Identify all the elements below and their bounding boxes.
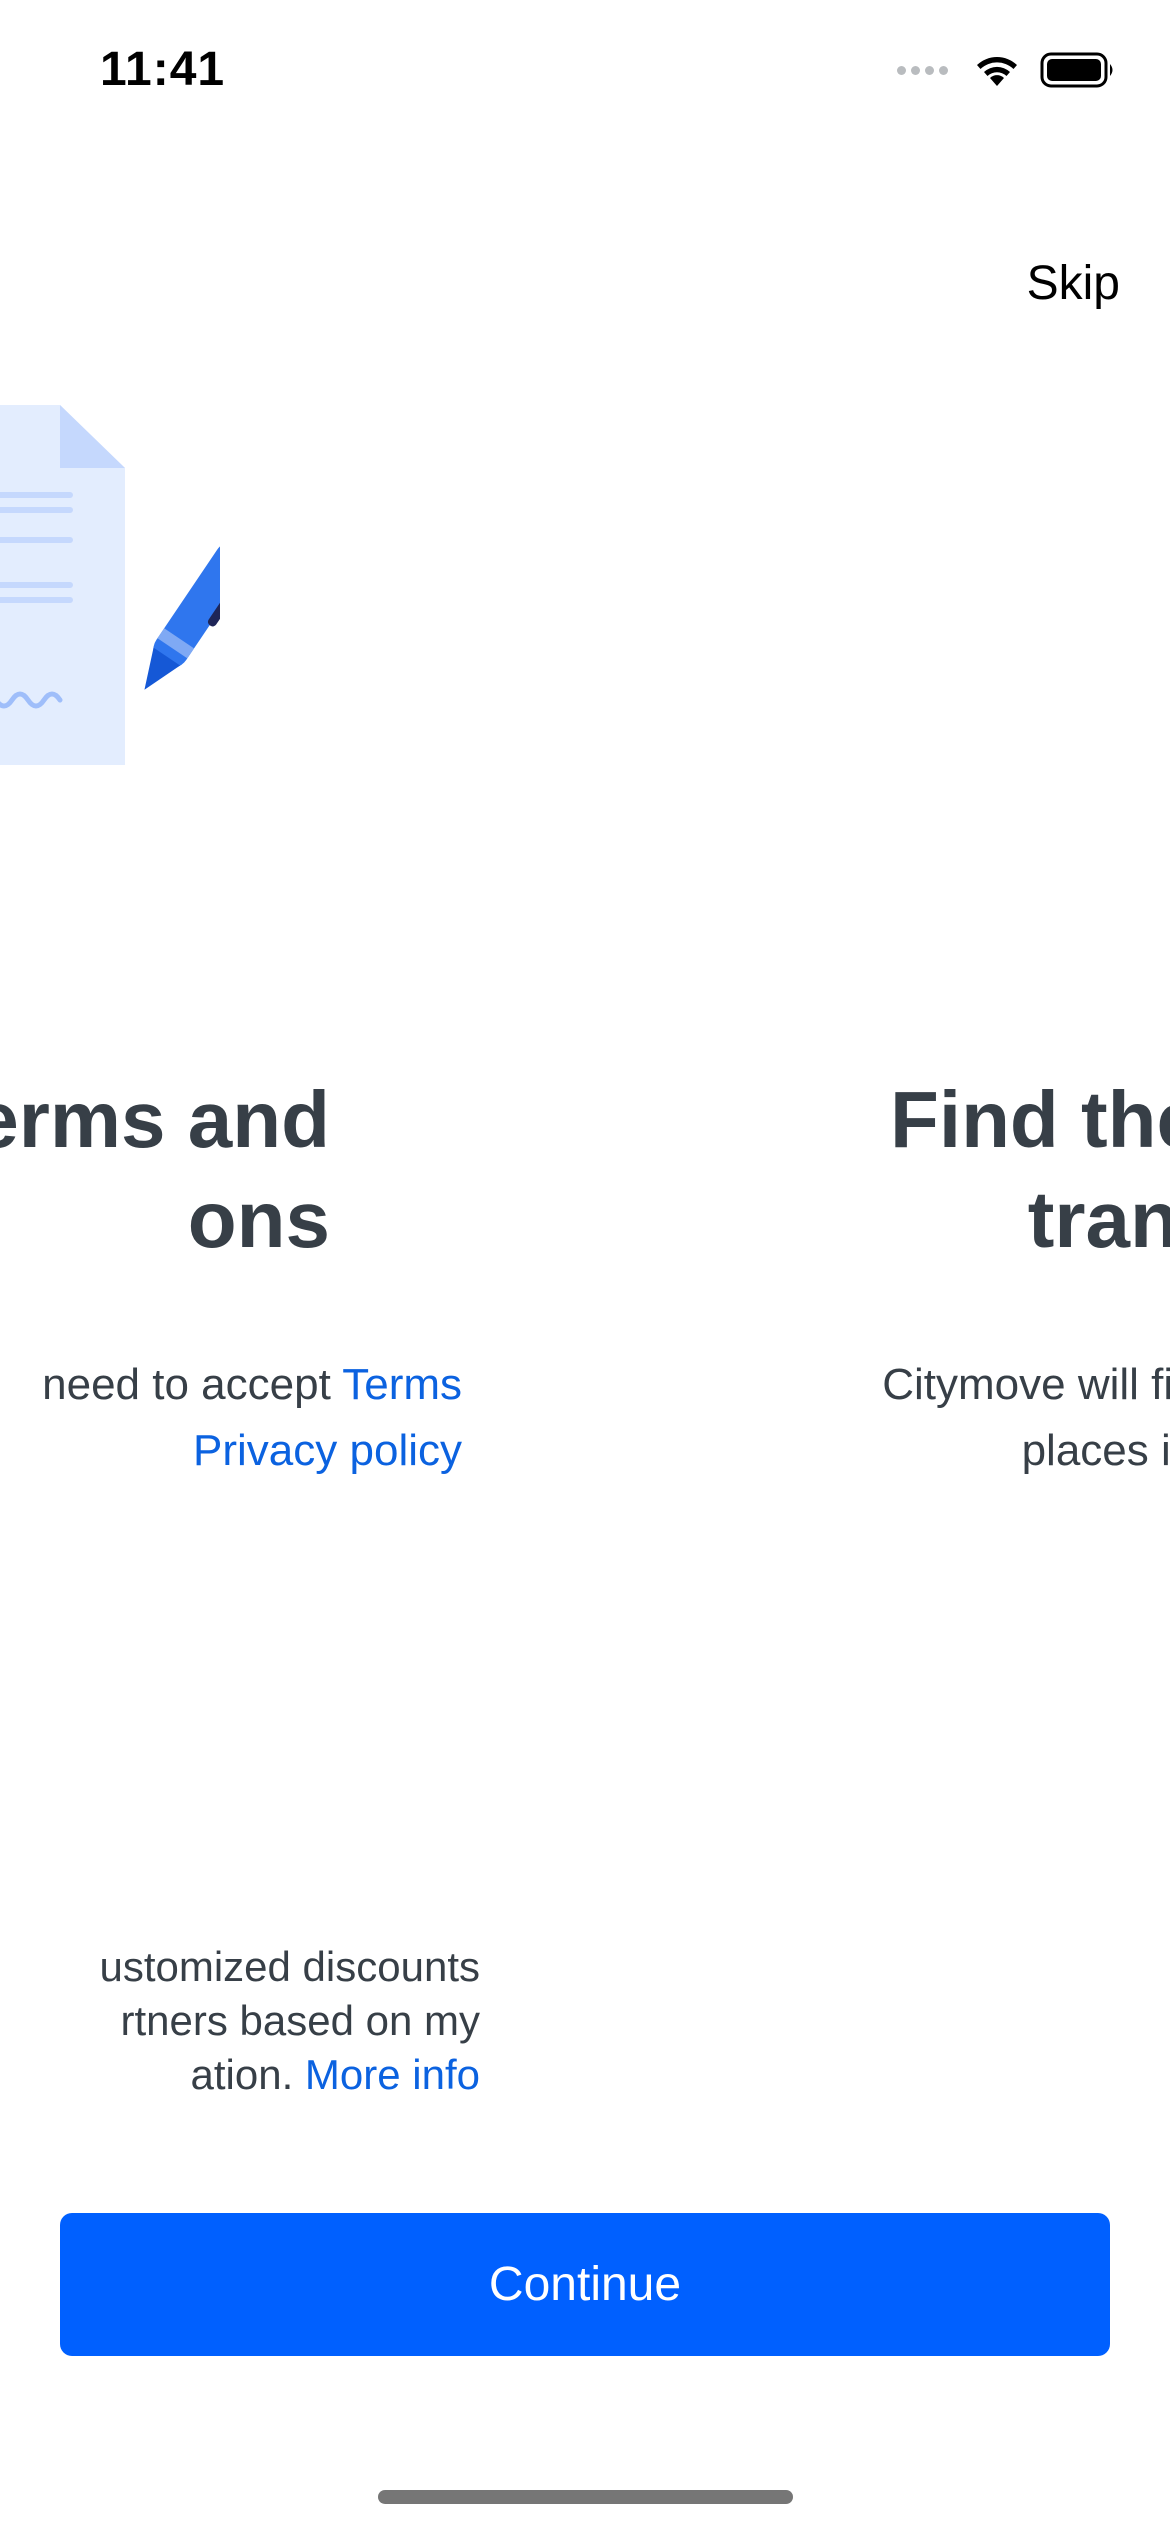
more-info-link[interactable]: More info: [305, 2051, 480, 2098]
consent-line: ustomized discounts: [99, 1943, 480, 1990]
document-signing-icon: [0, 405, 220, 765]
slide-description-line: Privacy policy: [0, 1418, 462, 1484]
description-text: need to accept: [42, 1360, 343, 1409]
slide-terms: erms and ons need to accept Terms Privac…: [0, 0, 650, 2532]
consent-text: ation.: [190, 2051, 305, 2098]
privacy-policy-link[interactable]: Privacy policy: [193, 1426, 462, 1475]
consent-line: rtners based on my: [120, 1997, 480, 2044]
slide-title: Find the faste transp: [600, 1070, 1170, 1270]
slide-description-line: Citymove will find all mobilit: [882, 1360, 1170, 1409]
consent-line: ation. More info: [0, 2048, 481, 2102]
slide-title-line: Find the faste: [889, 1075, 1170, 1164]
slide-find-transport: Find the faste transp Citymove will find…: [600, 0, 1170, 2532]
terms-link[interactable]: Terms: [342, 1360, 462, 1409]
slide-description: need to accept Terms Privacy policy: [0, 1352, 462, 1484]
slide-title-line: erms and: [0, 1075, 330, 1164]
continue-button[interactable]: Continue: [60, 2213, 1110, 2356]
slide-title: erms and ons: [0, 1070, 330, 1270]
marketing-consent: ustomized discounts rtners based on my a…: [0, 1940, 480, 2102]
slide-description: Citymove will find all mobilit places in…: [600, 1352, 1170, 1484]
slide-description-line: places in you: [1021, 1426, 1170, 1475]
slide-description-line: need to accept Terms: [0, 1352, 462, 1418]
slide-title-line: transp: [1027, 1175, 1170, 1264]
home-indicator[interactable]: [378, 2490, 793, 2504]
slide-title-line: ons: [187, 1175, 330, 1264]
onboarding-pager[interactable]: erms and ons need to accept Terms Privac…: [0, 0, 1170, 2532]
